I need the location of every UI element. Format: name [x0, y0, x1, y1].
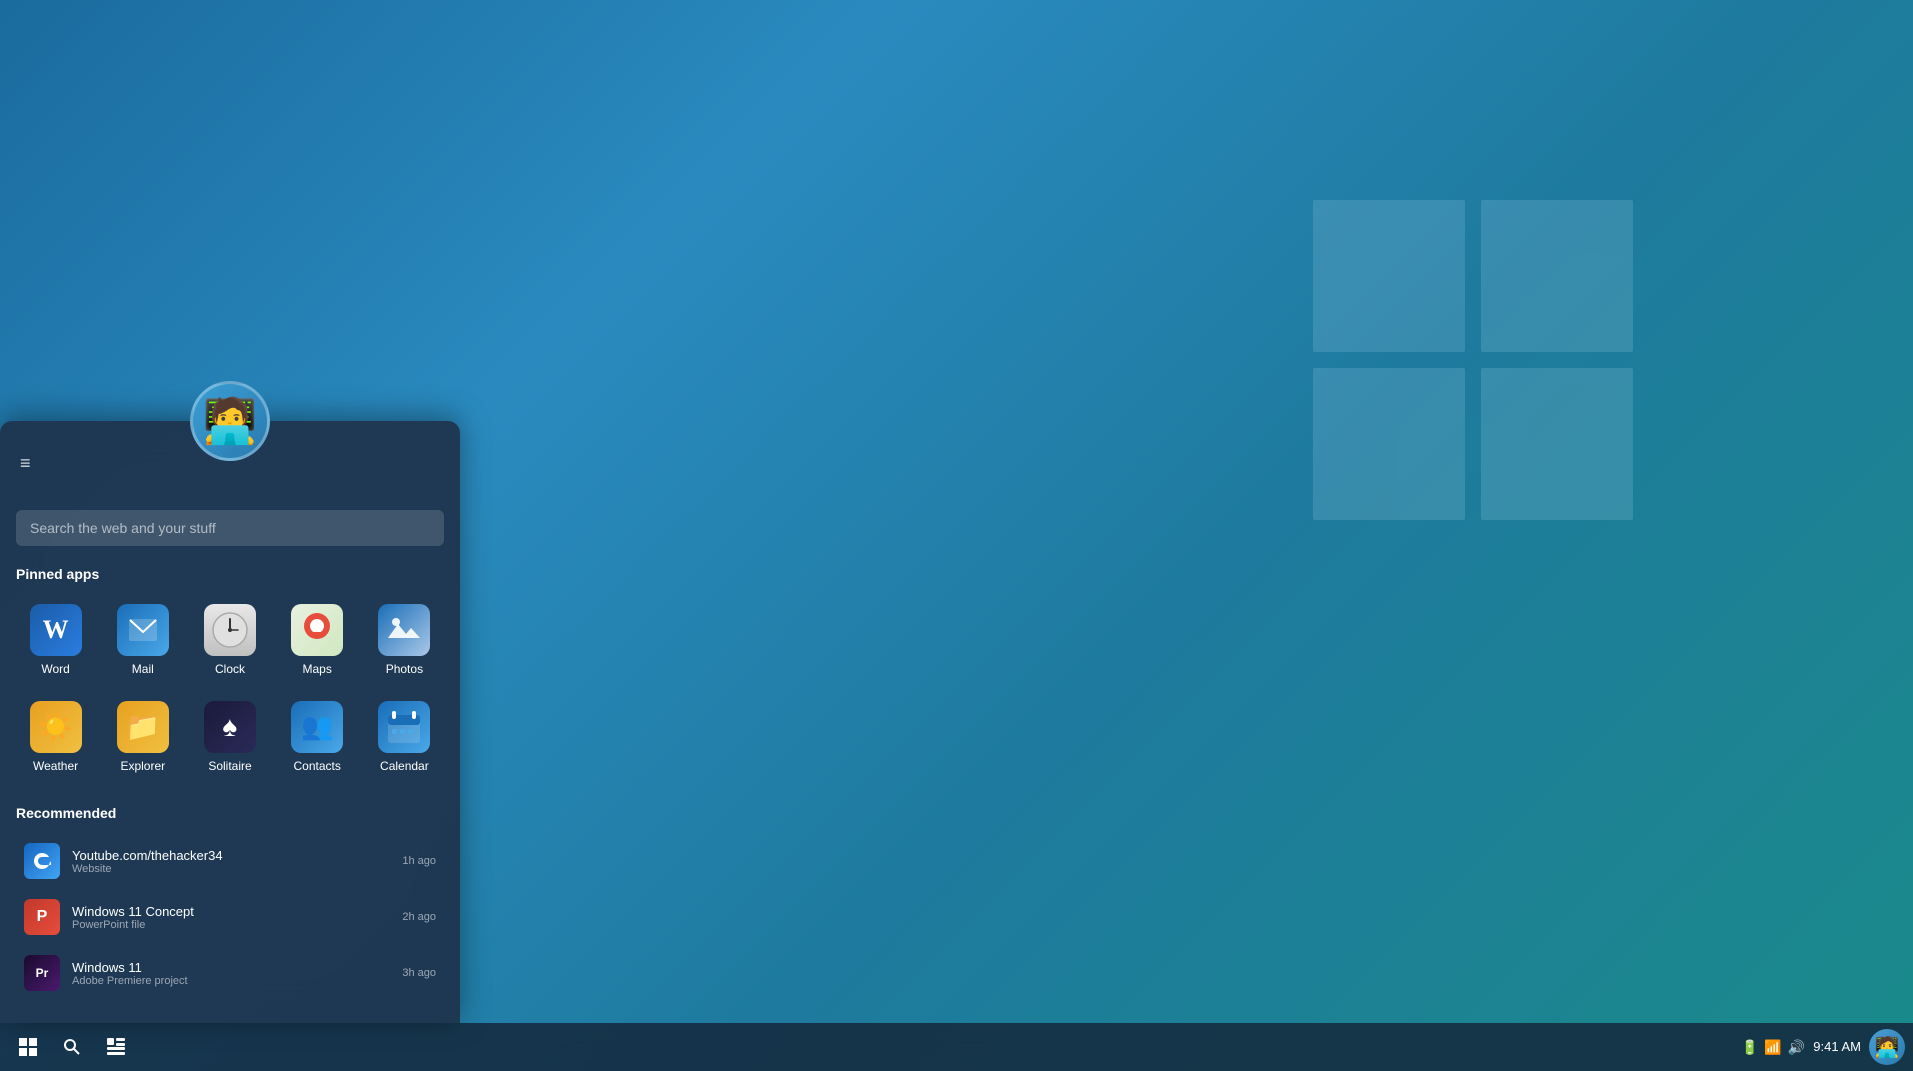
pinned-app-mail[interactable]: Mail — [103, 596, 182, 684]
calendar-icon — [378, 701, 430, 753]
recommended-list: Youtube.com/thehacker34Website1h ago P Win… — [16, 835, 444, 999]
rec-item-win11concept[interactable]: P Windows 11 ConceptPowerPoint file2h ago — [16, 891, 444, 943]
pinned-apps-label: Pinned apps — [16, 566, 444, 582]
windows-logo — [1313, 200, 1633, 520]
youtube-name: Youtube.com/thehacker34 — [72, 848, 402, 863]
pinned-app-maps[interactable]: Maps — [278, 596, 357, 684]
taskbar-left — [0, 1027, 136, 1067]
taskbar: 🔋 📶 🔊 9:41 AM 🧑‍💻 — [0, 1023, 1913, 1071]
youtube-info: Youtube.com/thehacker34Website — [72, 848, 402, 875]
windows11-name: Windows 11 — [72, 960, 402, 975]
windows11-type: Adobe Premiere project — [72, 975, 402, 987]
mail-label: Mail — [132, 662, 154, 676]
wifi-icon: 📶 — [1764, 1039, 1781, 1056]
pinned-app-photos[interactable]: Photos — [365, 596, 444, 684]
rec-item-windows11[interactable]: Pr Windows 11Adobe Premiere project3h ago — [16, 947, 444, 999]
win-pane-tr — [1481, 200, 1633, 352]
start-button[interactable] — [8, 1027, 48, 1067]
taskbar-avatar[interactable]: 🧑‍💻 — [1869, 1029, 1905, 1065]
avatar[interactable]: 🧑‍💻 — [190, 381, 270, 461]
pinned-app-calendar[interactable]: Calendar — [365, 693, 444, 781]
taskbar-system-icons: 🔋 📶 🔊 — [1741, 1039, 1805, 1056]
windows11-info: Windows 11Adobe Premiere project — [72, 960, 402, 987]
youtube-type: Website — [72, 863, 402, 875]
solitaire-label: Solitaire — [208, 759, 251, 773]
win-pane-tl — [1313, 200, 1465, 352]
word-icon: W — [30, 604, 82, 656]
widgets-button[interactable] — [96, 1027, 136, 1067]
pinned-app-contacts[interactable]: 👥 Contacts — [278, 693, 357, 781]
rec-item-youtube[interactable]: Youtube.com/thehacker34Website1h ago — [16, 835, 444, 887]
win11concept-info: Windows 11 ConceptPowerPoint file — [72, 904, 402, 931]
youtube-icon — [24, 843, 60, 879]
contacts-icon: 👥 — [291, 701, 343, 753]
pinned-apps-grid: W Word Mail Clock Maps Photos ☀️ Weather 📁 Explor… — [16, 596, 444, 781]
clock-icon — [204, 604, 256, 656]
mail-icon — [117, 604, 169, 656]
word-label: Word — [41, 662, 69, 676]
photos-label: Photos — [386, 662, 423, 676]
pinned-app-clock[interactable]: Clock — [190, 596, 269, 684]
explorer-icon: 📁 — [117, 701, 169, 753]
calendar-label: Calendar — [380, 759, 429, 773]
win-pane-bl — [1313, 368, 1465, 520]
win11concept-type: PowerPoint file — [72, 919, 402, 931]
pinned-app-explorer[interactable]: 📁 Explorer — [103, 693, 182, 781]
maps-label: Maps — [303, 662, 332, 676]
windows11-time: 3h ago — [402, 967, 436, 979]
search-taskbar-button[interactable] — [52, 1027, 92, 1067]
desktop: 🧑‍💻 ≡ Pinned apps WWordMailClockMapsPhot… — [0, 0, 1913, 1071]
recommended-label: Recommended — [16, 805, 444, 821]
volume-icon: 🔊 — [1788, 1039, 1805, 1056]
taskbar-clock[interactable]: 9:41 AM — [1813, 1039, 1861, 1056]
weather-icon: ☀️ — [30, 701, 82, 753]
pinned-app-weather[interactable]: ☀️ Weather — [16, 693, 95, 781]
weather-label: Weather — [33, 759, 78, 773]
windows11-icon: Pr — [24, 955, 60, 991]
photos-icon — [378, 604, 430, 656]
maps-icon — [291, 604, 343, 656]
contacts-label: Contacts — [294, 759, 341, 773]
win11concept-name: Windows 11 Concept — [72, 904, 402, 919]
search-input[interactable] — [16, 510, 444, 546]
battery-icon: 🔋 — [1741, 1039, 1758, 1056]
win11concept-time: 2h ago — [402, 911, 436, 923]
clock-time: 9:41 AM — [1813, 1039, 1861, 1056]
explorer-label: Explorer — [120, 759, 165, 773]
pinned-app-solitaire[interactable]: ♠ Solitaire — [190, 693, 269, 781]
win11concept-icon: P — [24, 899, 60, 935]
win-pane-br — [1481, 368, 1633, 520]
pinned-app-word[interactable]: W Word — [16, 596, 95, 684]
taskbar-right: 🔋 📶 🔊 9:41 AM 🧑‍💻 — [1741, 1029, 1913, 1065]
clock-label: Clock — [215, 662, 245, 676]
solitaire-icon: ♠ — [204, 701, 256, 753]
youtube-time: 1h ago — [402, 855, 436, 867]
start-menu: 🧑‍💻 ≡ Pinned apps WWordMailClockMapsPhot… — [0, 421, 460, 1023]
